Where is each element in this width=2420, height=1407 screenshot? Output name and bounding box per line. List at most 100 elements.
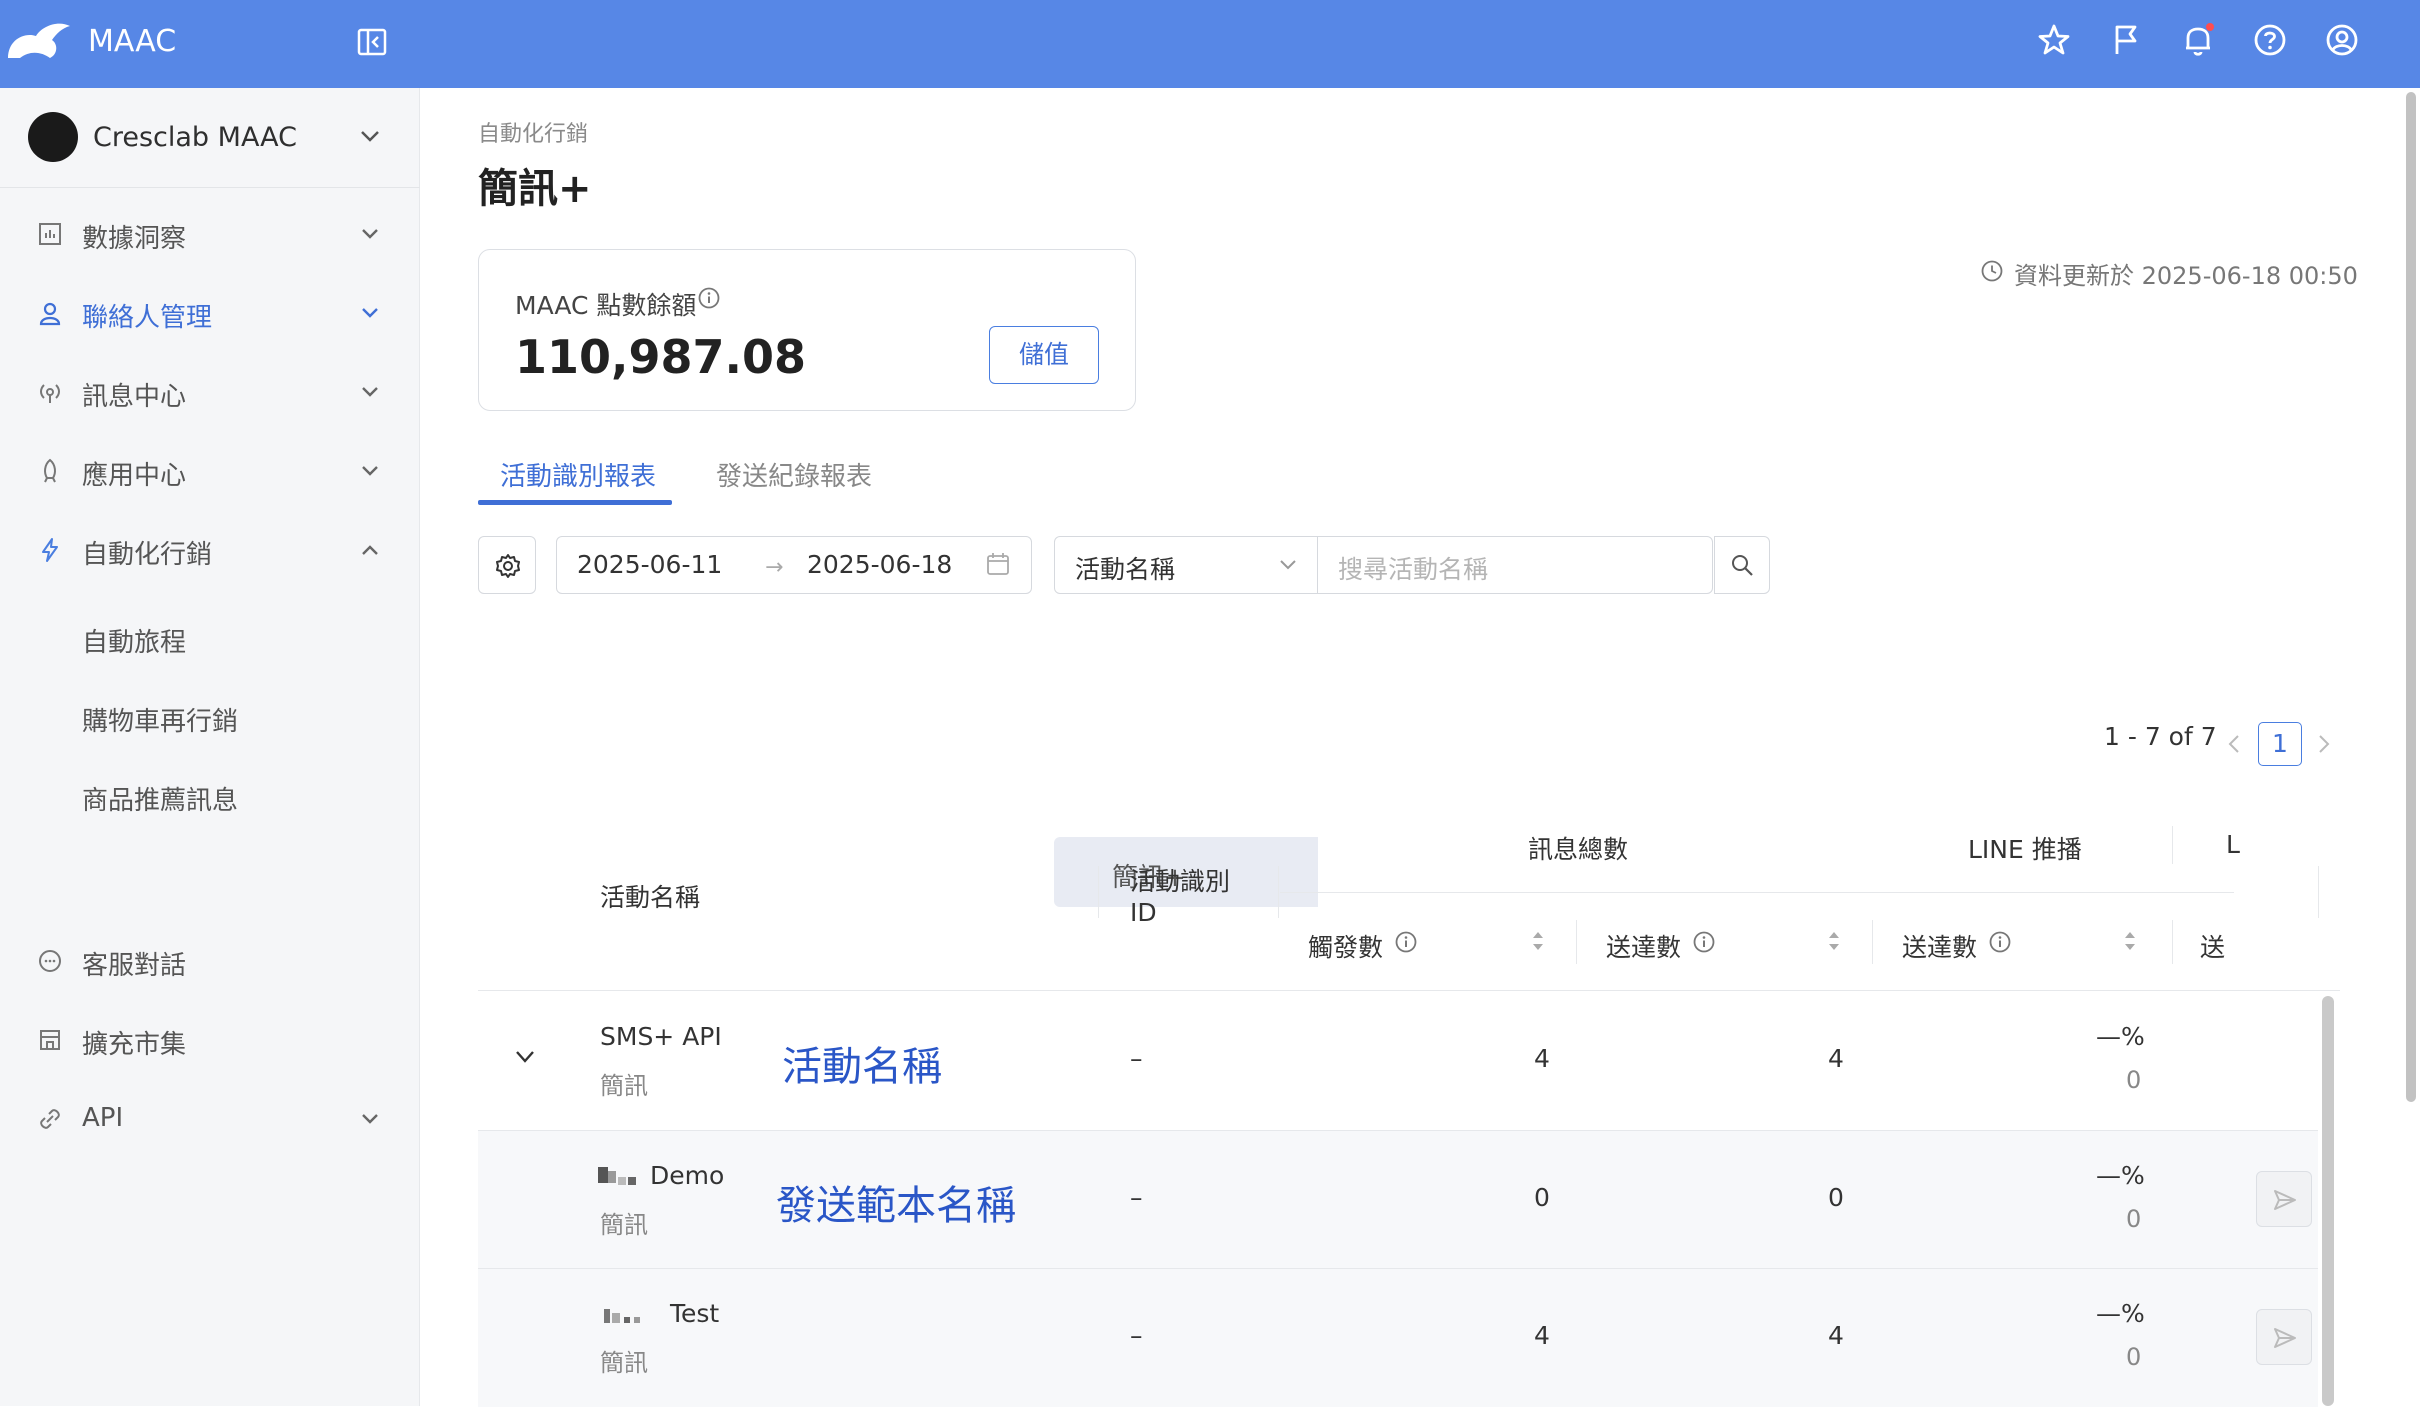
breadcrumb[interactable]: 自動化行銷: [478, 116, 588, 148]
row-line-pct: —%: [2096, 1022, 2145, 1051]
search-input[interactable]: 搜尋活動名稱: [1317, 536, 1770, 594]
sidebar-item-api[interactable]: API: [0, 1083, 420, 1153]
points-label: MAAC 點數餘額: [515, 291, 697, 320]
row-type: 簡訊: [600, 1211, 648, 1239]
sidebar-subitem-label: 自動旅程: [82, 628, 187, 658]
search-field-select[interactable]: 活動名稱: [1054, 536, 1318, 594]
bolt-icon: [42, 538, 58, 562]
sort-icon[interactable]: [2122, 928, 2138, 954]
sort-icon[interactable]: [1530, 928, 1546, 954]
brand-name: MAAC: [88, 24, 177, 59]
clock-icon: [1981, 260, 2003, 282]
star-icon[interactable]: [2034, 20, 2074, 60]
store-icon: [40, 1030, 60, 1050]
sidebar-item-label: 自動化行銷: [82, 540, 213, 570]
row-id: –: [1130, 1183, 1143, 1212]
sidebar-subitem-label: 商品推薦訊息: [82, 786, 239, 816]
page-scrollbar[interactable]: [2406, 92, 2416, 1102]
sidebar-item-data-insight[interactable]: 數據洞察: [0, 198, 420, 268]
chevron-down-icon: [361, 131, 379, 142]
updated-text: 資料更新於 2025-06-18 00:50: [2014, 262, 2358, 290]
end-date[interactable]: 2025-06-18: [807, 550, 952, 579]
header-triggered: 觸發數: [1308, 933, 1384, 962]
sort-icon[interactable]: [1826, 928, 1842, 954]
table-scrollbar[interactable]: [2322, 996, 2334, 1406]
info-icon[interactable]: [1988, 930, 2012, 954]
sidebar-subitem-label: 購物車再行銷: [82, 707, 239, 737]
chevron-right-icon[interactable]: [2316, 732, 2332, 756]
sidebar-item-customer-chat[interactable]: 客服對話: [0, 925, 420, 995]
row-type: 簡訊: [600, 1072, 648, 1100]
header-line-delivered: 送達數: [1902, 933, 1978, 962]
row-type: 簡訊: [600, 1349, 648, 1377]
help-icon[interactable]: [2250, 20, 2290, 60]
send-test-button[interactable]: [2256, 1171, 2312, 1227]
chevron-down-icon: [362, 1114, 378, 1124]
header-group-total: 訊息總數: [1528, 835, 1629, 864]
info-icon[interactable]: [1692, 930, 1716, 954]
bell-icon[interactable]: [2178, 20, 2218, 60]
header-group-line-push: LINE 推播: [1968, 835, 2082, 864]
search-button[interactable]: [1714, 536, 1770, 594]
org-name: Cresclab MAAC: [93, 122, 298, 153]
chart-icon: [39, 223, 61, 245]
send-icon: [2274, 1328, 2296, 1348]
sidebar-item-app-center[interactable]: 應用中心: [0, 435, 420, 505]
send-test-button[interactable]: [2256, 1309, 2312, 1365]
sidebar-subitem-journey[interactable]: 自動旅程: [24, 602, 414, 672]
flag-icon[interactable]: [2106, 20, 2146, 60]
table-row[interactable]: Demo 簡訊 發送範本名稱 – 0 0 —% 0: [478, 1131, 2318, 1269]
row-delivered: 4: [1828, 1044, 1844, 1073]
chevron-down-icon: [1280, 560, 1296, 570]
chevron-left-icon[interactable]: [2226, 732, 2242, 756]
sidebar-item-label: 數據洞察: [82, 224, 187, 254]
header-campaign-name: 活動名稱: [600, 883, 701, 912]
collapse-sidebar-icon[interactable]: [356, 26, 388, 58]
row-name[interactable]: SMS+ API: [600, 1022, 722, 1051]
settings-button[interactable]: [478, 536, 536, 594]
tab-send-log-report[interactable]: 發送紀錄報表: [716, 456, 872, 493]
row-line-pct: —%: [2096, 1299, 2145, 1328]
pagination-range: 1 - 7 of 7: [2104, 722, 2217, 751]
sidebar-subitem-product-recommend[interactable]: 商品推薦訊息: [24, 760, 414, 830]
sidebar-item-marketplace[interactable]: 擴充市集: [0, 1004, 420, 1074]
account-icon[interactable]: [2322, 20, 2362, 60]
table-row[interactable]: SMS+ API 簡訊 活動名稱 – 4 4 —% 0: [478, 992, 2318, 1130]
row-triggered: 4: [1534, 1321, 1550, 1350]
org-switcher[interactable]: Cresclab MAAC: [0, 88, 420, 188]
sidebar-item-label: 客服對話: [82, 951, 187, 981]
table-row[interactable]: Test 簡訊 – 4 4 —% 0: [478, 1269, 2318, 1407]
date-range-arrow: →: [765, 555, 784, 580]
row-id: –: [1130, 1044, 1143, 1073]
sidebar-item-label: API: [82, 1103, 124, 1133]
page-title: 簡訊+: [478, 166, 592, 212]
chevron-down-icon[interactable]: [512, 1048, 538, 1066]
chevron-up-icon: [362, 545, 378, 555]
chevron-down-icon: [362, 466, 378, 476]
sidebar-item-contacts[interactable]: 聯絡人管理: [0, 277, 420, 347]
row-triggered: 4: [1534, 1044, 1550, 1073]
date-range-picker[interactable]: 2025-06-11 → 2025-06-18: [556, 536, 1032, 594]
search-field-value: 活動名稱: [1075, 555, 1176, 584]
info-icon[interactable]: [697, 286, 721, 310]
row-name[interactable]: Demo: [650, 1161, 724, 1190]
sidebar-item-automation[interactable]: 自動化行銷: [0, 514, 420, 584]
row-name[interactable]: Test: [670, 1299, 719, 1328]
sidebar-item-message-center[interactable]: 訊息中心: [0, 356, 420, 426]
row-delivered: 4: [1828, 1321, 1844, 1350]
org-avatar: [28, 112, 78, 162]
sidebar-subitem-cart[interactable]: 購物車再行銷: [24, 681, 414, 751]
info-icon[interactable]: [1394, 930, 1418, 954]
maac-logo-icon[interactable]: [6, 18, 72, 64]
points-balance: 110,987.08: [515, 330, 807, 384]
row-line-count: 0: [2126, 1066, 2142, 1094]
page-number-current[interactable]: 1: [2258, 722, 2302, 766]
tab-campaign-report[interactable]: 活動識別報表: [500, 456, 656, 493]
sidebar-item-label: 訊息中心: [82, 382, 187, 412]
header-next-column: 送: [2200, 933, 2226, 962]
start-date[interactable]: 2025-06-11: [577, 550, 722, 579]
chevron-down-icon: [362, 308, 378, 318]
header-group-next: L: [2226, 830, 2240, 859]
topup-button[interactable]: 儲值: [989, 326, 1099, 384]
rocket-icon: [44, 458, 56, 483]
